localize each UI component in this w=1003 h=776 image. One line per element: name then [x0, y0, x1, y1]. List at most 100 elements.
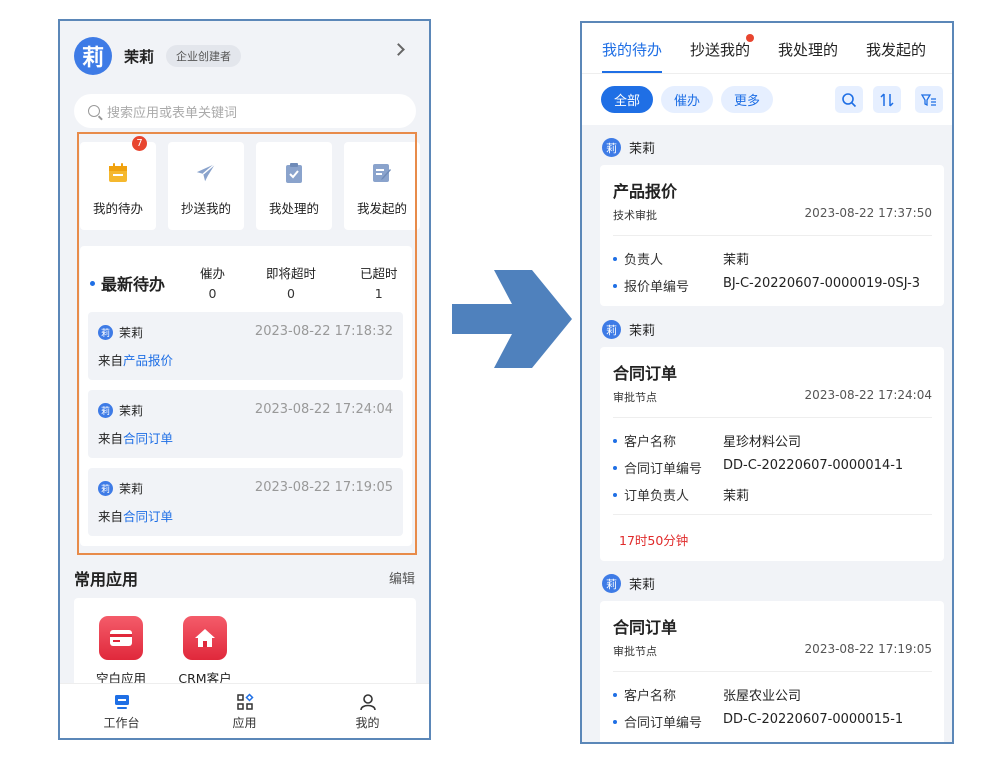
stat-value: 0	[287, 286, 295, 301]
divider	[613, 417, 932, 418]
todo-item-name: 茉莉	[119, 326, 144, 340]
avatar: 莉	[98, 403, 113, 418]
todo-item-source: 来自产品报价	[98, 350, 173, 369]
field-value: DD-C-20220607-0000015-1	[723, 712, 904, 727]
quick-handled[interactable]: 我处理的	[256, 142, 332, 230]
avatar: 莉	[98, 325, 113, 340]
grid-icon	[236, 692, 254, 712]
quick-label: 抄送我的	[180, 201, 231, 216]
filter-urge[interactable]: 催办	[661, 86, 713, 113]
filter-more[interactable]: 更多	[721, 86, 773, 113]
todo-item[interactable]: 莉茉莉 2023-08-22 17:18:32 来自产品报价	[88, 312, 403, 380]
filter-all[interactable]: 全部	[601, 86, 653, 113]
todo-item-source: 来自合同订单	[98, 428, 173, 447]
divider	[613, 671, 932, 672]
field-value: BJ-C-20220607-0000019-0SJ-3	[723, 276, 921, 291]
stat-value: 0	[208, 286, 217, 301]
avatar: 莉	[98, 481, 113, 496]
quick-label: 我的待办	[92, 201, 143, 216]
todo-item-prefix: 来自	[98, 353, 124, 368]
field-value: 茉莉	[723, 253, 750, 268]
filter-button[interactable]	[915, 86, 943, 113]
todo-item[interactable]: 莉茉莉 2023-08-22 17:19:05 来自合同订单	[88, 468, 403, 536]
avatar: 莉	[602, 320, 621, 339]
quick-initiated[interactable]: 我发起的	[344, 142, 420, 230]
search-icon	[842, 92, 857, 107]
calendar-icon	[107, 162, 129, 184]
todo-item-time: 2023-08-22 17:19:05	[254, 480, 393, 495]
sort-button[interactable]	[873, 86, 901, 113]
todo-card[interactable]: 合同订单 审批节点 2023-08-22 17:24:04 客户名称 星珍材料公司…	[600, 347, 944, 561]
avatar: 莉	[602, 138, 621, 157]
edit-doc-icon	[371, 162, 393, 184]
stat-value: 1	[374, 286, 383, 301]
todo-item-source-link[interactable]: 合同订单	[123, 431, 173, 446]
todo-count-badge: 7	[132, 136, 147, 151]
search-input[interactable]: 搜索应用或表单关键词	[74, 94, 416, 128]
quick-my-todo[interactable]: 7 我的待办	[80, 136, 156, 230]
card-title: 合同订单	[613, 618, 678, 637]
todo-item-source-link[interactable]: 合同订单	[123, 509, 173, 524]
clipboard-check-icon	[283, 162, 305, 184]
field-key: 合同订单编号	[613, 458, 723, 477]
app-crm[interactable]: CRM客户	[170, 616, 240, 687]
card-field: 订单负责人 茉莉	[613, 485, 749, 504]
group-header: 莉茉莉	[602, 320, 655, 339]
quick-entries: 7 我的待办 抄送我的 我处理的 我发起的	[80, 136, 420, 230]
filter-bar: 全部 催办 更多	[582, 73, 952, 125]
search-icon	[88, 105, 100, 117]
quick-label: 我发起的	[356, 201, 407, 216]
tab-initiated[interactable]: 我发起的	[866, 23, 926, 73]
field-value: 星珍材料公司	[723, 435, 802, 450]
todo-card[interactable]: 产品报价 技术审批 2023-08-22 17:37:50 负责人 茉莉 报价单编…	[600, 165, 944, 306]
user-icon	[359, 692, 377, 712]
tab-apps[interactable]: 应用	[183, 684, 306, 738]
todo-item-source-link[interactable]: 产品报价	[123, 353, 173, 368]
tab-mine[interactable]: 我的	[306, 684, 429, 738]
todo-item-name: 茉莉	[119, 404, 144, 418]
stat-near-timeout[interactable]: 即将超时 0	[266, 263, 316, 301]
quick-cc-me[interactable]: 抄送我的	[168, 142, 244, 230]
todo-tabs: 我的待办 抄送我的 我处理的 我发起的	[582, 23, 952, 73]
todo-item-prefix: 来自	[98, 509, 124, 524]
stat-label: 已超时	[360, 266, 398, 281]
todo-item-time: 2023-08-22 17:18:32	[254, 324, 393, 339]
user-header[interactable]: 莉 茉莉 企业创建者	[74, 37, 242, 75]
field-key: 订单负责人	[613, 485, 723, 504]
card-time: 2023-08-22 17:37:50	[804, 206, 932, 220]
stat-label: 催办	[200, 266, 226, 281]
user-name: 茉莉	[124, 47, 155, 66]
card-node: 审批节点	[613, 391, 657, 404]
stat-label: 即将超时	[266, 266, 317, 281]
card-field: 客户名称 张屋农业公司	[613, 685, 801, 704]
tab-my-todo[interactable]: 我的待办	[602, 23, 663, 73]
chevron-right-icon[interactable]	[392, 43, 405, 56]
tab-handled[interactable]: 我处理的	[778, 23, 838, 73]
tab-workbench[interactable]: 工作台	[60, 684, 183, 738]
group-header: 莉茉莉	[602, 574, 655, 593]
stat-urge[interactable]: 催办 0	[200, 263, 225, 301]
todo-item-name: 茉莉	[119, 482, 144, 496]
search-button[interactable]	[835, 86, 863, 113]
common-apps-panel: 空白应用 CRM客户	[74, 598, 416, 688]
stat-timed-out[interactable]: 已超时 1	[360, 263, 398, 301]
edit-button[interactable]: 编辑	[389, 568, 415, 587]
todo-item[interactable]: 莉茉莉 2023-08-22 17:24:04 来自合同订单	[88, 390, 403, 458]
todo-card[interactable]: 合同订单 审批节点 2023-08-22 17:19:05 客户名称 张屋农业公司…	[600, 601, 944, 742]
card-time: 2023-08-22 17:24:04	[804, 388, 932, 402]
send-icon	[195, 162, 217, 184]
tab-cc-me[interactable]: 抄送我的	[690, 23, 755, 73]
role-badge: 企业创建者	[166, 45, 242, 67]
app-blank[interactable]: 空白应用	[86, 616, 156, 687]
field-value: 张屋农业公司	[723, 689, 802, 704]
field-value: DD-C-20220607-0000014-1	[723, 458, 904, 473]
card-title: 合同订单	[613, 364, 678, 383]
field-key: 报价单编号	[613, 276, 723, 295]
funnel-icon	[921, 93, 936, 106]
todo-item-user: 莉茉莉	[98, 324, 143, 341]
todo-item-time: 2023-08-22 17:24:04	[254, 402, 393, 417]
card-field: 负责人 茉莉	[613, 249, 749, 268]
divider	[613, 235, 932, 236]
sort-icon	[880, 92, 894, 107]
group-user-name: 茉莉	[629, 142, 656, 157]
